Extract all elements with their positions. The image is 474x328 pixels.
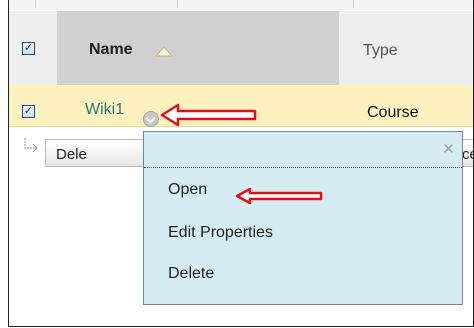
context-menu: × Open Edit Properties Delete xyxy=(143,131,463,305)
sort-ascending-icon[interactable] xyxy=(155,46,173,57)
chevron-down-icon[interactable] xyxy=(143,111,159,127)
name-column-header[interactable]: Name xyxy=(57,11,339,85)
wiki-name-link[interactable]: Wiki1 xyxy=(85,101,124,119)
row-checkbox[interactable]: ✓ xyxy=(22,105,35,118)
table-header-row: ✓ Name Type xyxy=(9,11,473,85)
close-icon[interactable]: × xyxy=(443,140,454,159)
type-header-label: Type xyxy=(363,42,398,59)
context-menu-header: × xyxy=(144,132,462,168)
menu-item-edit-properties[interactable]: Edit Properties xyxy=(168,224,273,242)
select-all-cell: ✓ xyxy=(9,11,57,85)
name-header-label: Name xyxy=(89,41,133,58)
top-toolbar-edge xyxy=(9,0,473,10)
divider xyxy=(353,0,354,8)
type-column-header[interactable]: Type xyxy=(339,11,473,85)
divider xyxy=(177,0,178,8)
content-frame: ✓ Name Type ✓ Wiki1 Course Dele ce × Ope… xyxy=(8,0,474,327)
select-all-checkbox[interactable]: ✓ xyxy=(22,42,35,55)
menu-item-delete[interactable]: Delete xyxy=(168,265,214,283)
left-arrow-icon xyxy=(160,103,257,127)
type-cell-value: Course xyxy=(367,104,419,121)
left-arrow-icon xyxy=(235,187,323,205)
divider xyxy=(35,0,36,8)
menu-item-open[interactable]: Open xyxy=(168,181,207,199)
corner-down-right-arrow-icon xyxy=(24,138,38,153)
